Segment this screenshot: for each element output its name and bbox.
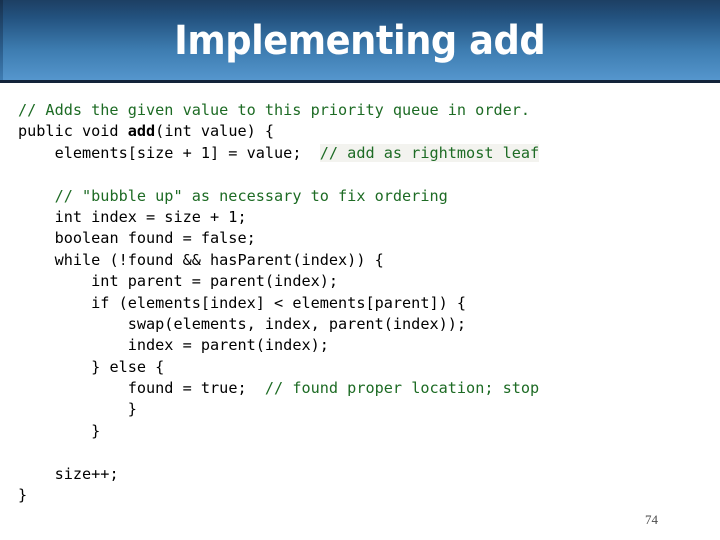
code-line: public void add(int value) {	[18, 121, 708, 142]
code-line: }	[18, 399, 708, 420]
code-line: while (!found && hasParent(index)) {	[18, 250, 708, 271]
code-text: int index = size + 1;	[54, 207, 247, 226]
code-line: elements[size + 1] = value; // add as ri…	[18, 143, 708, 164]
code-line: size++;	[18, 464, 708, 485]
code-method-name: add	[127, 122, 156, 141]
code-block: // Adds the given value to this priority…	[18, 100, 708, 506]
code-comment: // Adds the given value to this priority…	[18, 101, 531, 119]
code-line: int parent = parent(index);	[18, 271, 708, 292]
code-text: swap(elements, index, parent(index));	[127, 314, 467, 333]
code-line: found = true; // found proper location; …	[18, 378, 708, 399]
code-text: while (!found && hasParent(index)) {	[54, 250, 384, 269]
code-text: index = parent(index);	[127, 336, 329, 355]
code-line: int index = size + 1;	[18, 207, 708, 228]
code-text: boolean found = false;	[54, 229, 256, 248]
code-line: swap(elements, index, parent(index));	[18, 314, 708, 335]
code-text: }	[127, 400, 137, 419]
page-title: Implementing add	[174, 18, 546, 64]
code-line: index = parent(index);	[18, 335, 708, 356]
code-text: size++;	[54, 464, 119, 483]
code-text: }	[91, 421, 101, 440]
code-comment-highlighted: // add as rightmost leaf	[319, 143, 540, 162]
code-text: (int value) {	[155, 122, 275, 141]
code-text: int parent = parent(index);	[91, 272, 339, 291]
code-text: public void	[18, 122, 128, 141]
code-line: boolean found = false;	[18, 228, 708, 249]
code-line: }	[18, 421, 708, 442]
code-comment: // "bubble up" as necessary to fix order…	[54, 186, 448, 205]
code-text: } else {	[91, 357, 165, 376]
code-text: }	[18, 486, 28, 505]
code-line: // "bubble up" as necessary to fix order…	[18, 186, 708, 207]
code-line: }	[18, 485, 708, 506]
code-text: found = true;	[127, 379, 265, 398]
code-line: } else {	[18, 357, 708, 378]
code-line: if (elements[index] < elements[parent]) …	[18, 293, 708, 314]
code-line: // Adds the given value to this priority…	[18, 100, 708, 121]
slide-title-banner: Implementing add	[0, 0, 720, 83]
code-text: elements[size + 1] = value;	[54, 143, 320, 162]
code-text: if (elements[index] < elements[parent]) …	[91, 293, 467, 312]
page-number: 74	[645, 512, 658, 527]
code-comment: // found proper location; stop	[264, 379, 540, 398]
